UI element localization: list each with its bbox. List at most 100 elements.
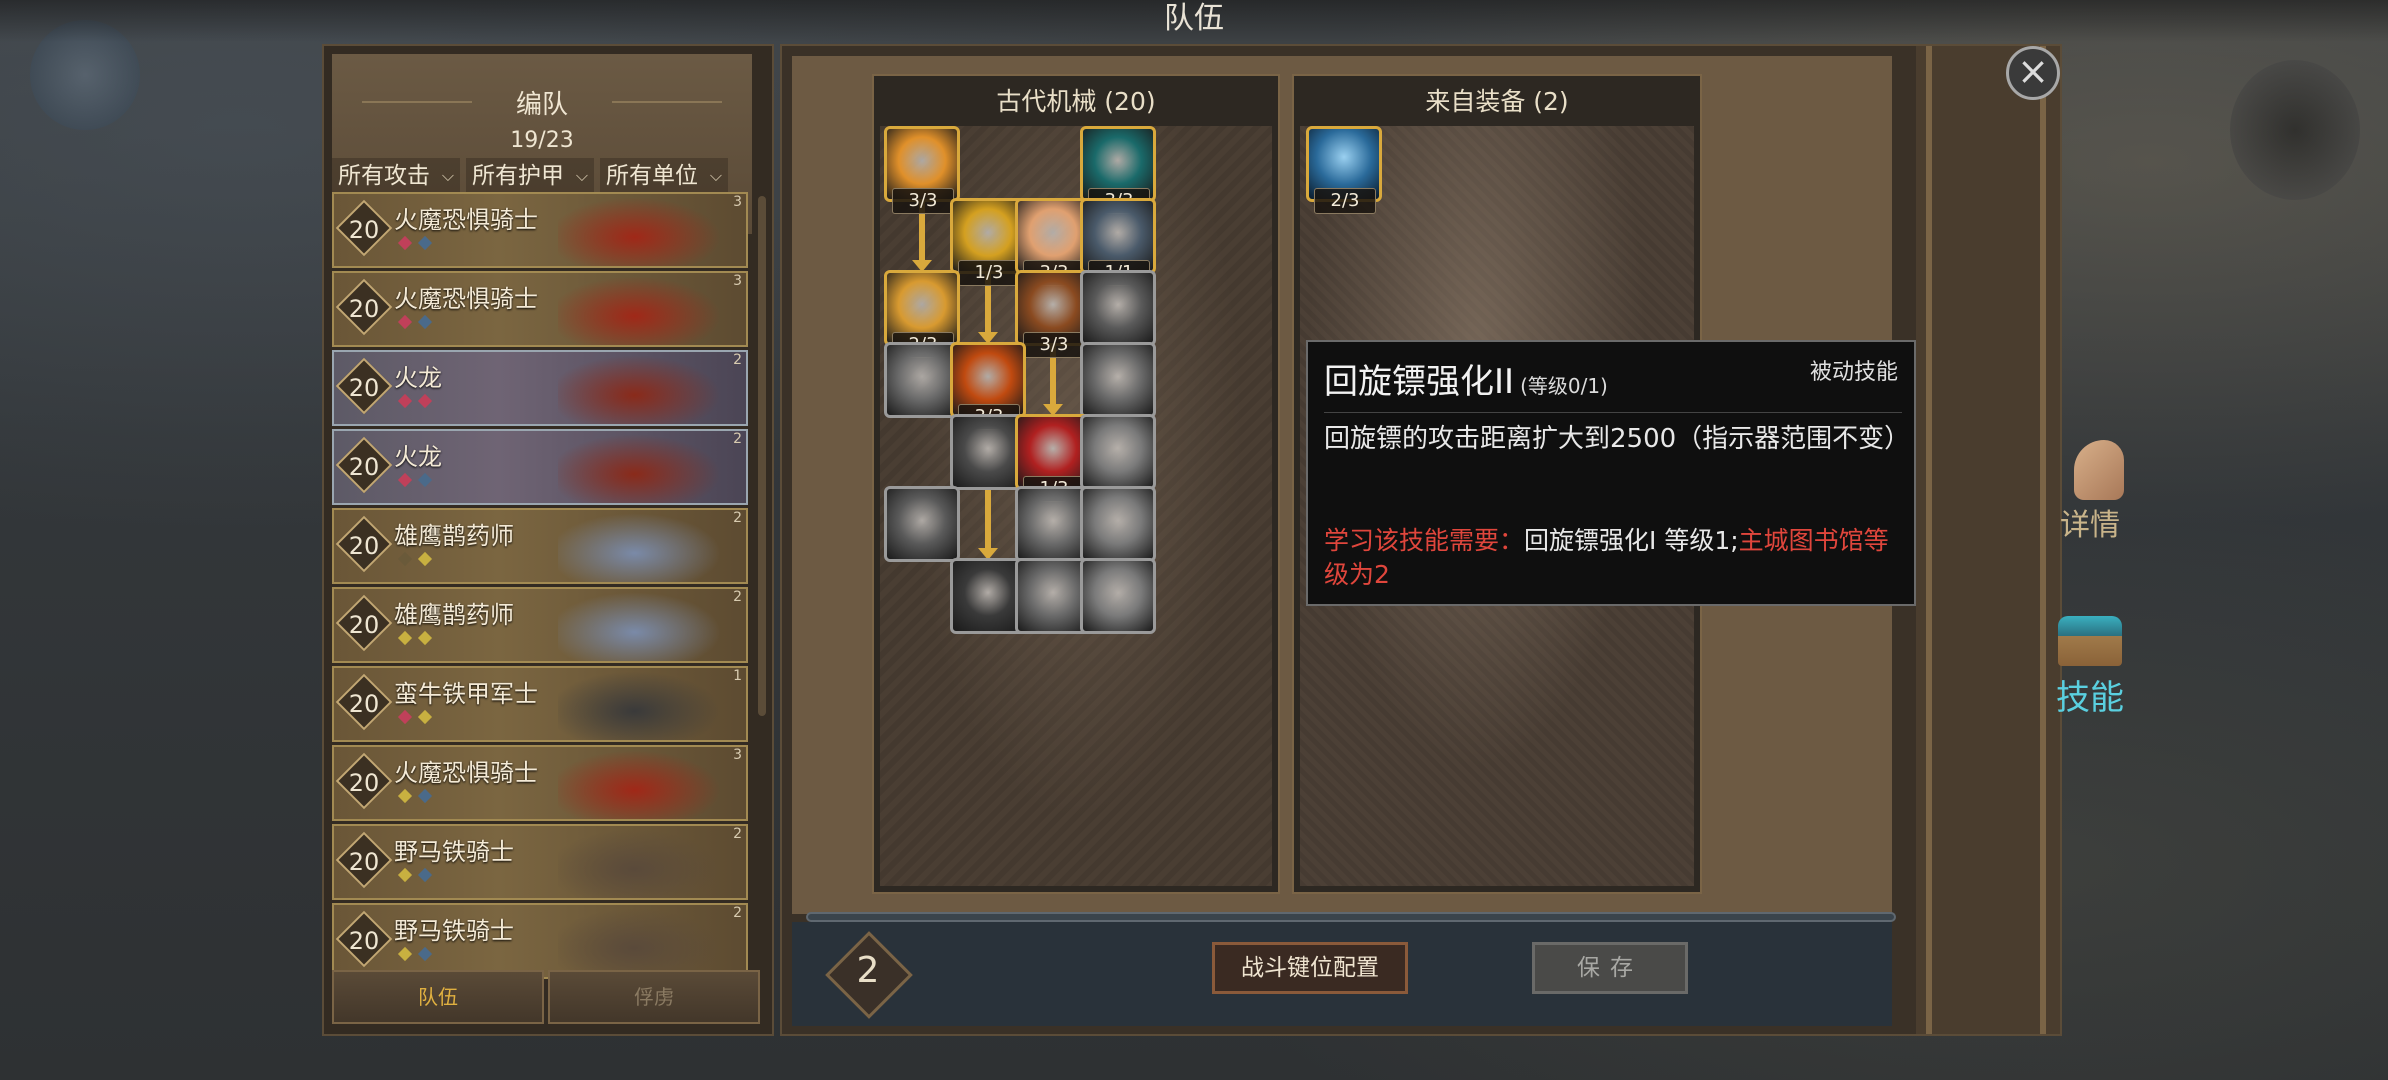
unit-row[interactable]: 20 火魔恐惧骑士 3 — [332, 192, 748, 268]
unit-count: 2 — [733, 431, 742, 447]
gem-icon — [397, 235, 413, 251]
unit-name: 雄鹰鹊药师 — [394, 522, 514, 550]
gem-icon — [397, 867, 413, 883]
gem-icon — [417, 235, 433, 251]
unit-portrait — [558, 747, 728, 819]
skill-points-value: 2 — [856, 950, 880, 991]
skill-connector — [985, 490, 991, 550]
filter-armor-dropdown[interactable]: 所有护甲 ⌵ — [466, 158, 594, 194]
unit-count: 2 — [733, 510, 742, 526]
formation-panel: 编队 19/23 所有攻击 ⌵ 所有护甲 ⌵ 所有单位 ⌵ 20 火魔恐惧骑士 3 20 火魔… — [322, 44, 774, 1036]
shield-guard-skill-icon[interactable] — [884, 486, 960, 562]
close-button[interactable]: × — [2006, 46, 2060, 100]
unit-row[interactable]: 20 雄鹰鹊药师 2 — [332, 587, 748, 663]
skill-level-label: 3/3 — [892, 188, 954, 214]
tab-details[interactable]: 详情 — [2040, 440, 2140, 560]
wind-slash-skill-icon[interactable] — [1080, 486, 1156, 562]
unit-count: 2 — [733, 589, 742, 605]
requirement-skill: 回旋镖强化I 等级1; — [1524, 526, 1739, 555]
gem-icon — [417, 946, 433, 962]
tooltip-requirements: 学习该技能需要：回旋镖强化I 等级1;主城图书馆等级为2 — [1324, 524, 1902, 592]
unit-level: 20 — [348, 216, 380, 244]
unit-level: 20 — [348, 295, 380, 323]
unit-name: 雄鹰鹊药师 — [394, 601, 514, 629]
unit-row[interactable]: 20 蛮牛铁甲军士 1 — [332, 666, 748, 742]
unit-count: 3 — [733, 273, 742, 289]
tab-skills[interactable]: 技能 — [2040, 606, 2140, 726]
strip-frame — [1926, 46, 1932, 1034]
unit-row[interactable]: 20 野马铁骑士 2 — [332, 824, 748, 900]
tab-prisoners[interactable]: 俘虏 — [548, 970, 760, 1024]
skill-level-label: 3/3 — [1023, 332, 1085, 358]
filter-unit-dropdown[interactable]: 所有单位 ⌵ — [600, 158, 728, 194]
filter-label: 所有单位 — [606, 163, 698, 189]
skill-tooltip: 回旋镖强化II (等级0/1) 被动技能 回旋镖的攻击距离扩大到2500（指示器范… — [1306, 340, 1916, 606]
feather-strike-skill-icon[interactable] — [1080, 414, 1156, 490]
filter-attack-dropdown[interactable]: 所有攻击 ⌵ — [332, 158, 460, 194]
gem-icon — [397, 946, 413, 962]
skill-tree-nodes: 3/33/31/33/31/12/33/33/31/3 — [874, 76, 1278, 892]
skill-tree-panel: 古代机械 (20) 3/33/31/33/31/12/33/33/31/3 — [872, 74, 1280, 894]
unit-name: 火魔恐惧骑士 — [394, 206, 538, 234]
spellbook-icon — [2058, 616, 2122, 666]
unit-count: 2 — [733, 905, 742, 921]
gem-icon — [417, 788, 433, 804]
unit-level: 20 — [348, 453, 380, 481]
unit-portrait — [558, 194, 728, 266]
formation-title: 编队 — [515, 90, 568, 120]
gem-icon — [397, 788, 413, 804]
keybind-config-button[interactable]: 战斗键位配置 — [1212, 942, 1408, 994]
horizontal-scrollbar[interactable] — [806, 912, 1896, 922]
gem-icon — [417, 393, 433, 409]
unit-portrait — [558, 273, 728, 345]
formation-count: 19/23 — [510, 128, 574, 153]
unit-portrait — [558, 431, 728, 503]
gem-icon — [417, 551, 433, 567]
unit-level: 20 — [348, 690, 380, 718]
gem-icon — [397, 630, 413, 646]
unit-list-scrollbar[interactable] — [758, 196, 766, 716]
unit-name: 火龙 — [394, 443, 442, 471]
unit-count: 3 — [733, 747, 742, 763]
unit-level: 20 — [348, 769, 380, 797]
gem-icon — [417, 630, 433, 646]
unit-name: 火魔恐惧骑士 — [394, 759, 538, 787]
unit-portrait — [558, 668, 728, 740]
unit-row[interactable]: 20 雄鹰鹊药师 2 — [332, 508, 748, 584]
unit-name: 野马铁骑士 — [394, 917, 514, 945]
gem-icon — [397, 551, 413, 567]
tab-team[interactable]: 队伍 — [332, 970, 544, 1024]
chevron-down-icon: ⌵ — [441, 166, 454, 185]
unit-level: 20 — [348, 611, 380, 639]
tooltip-description: 回旋镖的攻击距离扩大到2500（指示器范围不变） — [1324, 424, 1911, 454]
blade-rush-skill-icon[interactable] — [1080, 558, 1156, 634]
unit-row[interactable]: 20 火龙 2 — [332, 429, 748, 505]
background-decor — [2230, 60, 2360, 200]
flame-burst-skill-icon[interactable] — [1080, 342, 1156, 418]
unit-level: 20 — [348, 927, 380, 955]
tooltip-skill-name: 回旋镖强化II — [1324, 362, 1515, 402]
unit-portrait — [558, 510, 728, 582]
tooltip-divider — [1324, 412, 1902, 413]
unit-count: 3 — [733, 194, 742, 210]
tab-skills-label: 技能 — [2056, 678, 2124, 718]
unit-portrait — [558, 826, 728, 898]
chevron-down-icon: ⌵ — [709, 166, 722, 185]
close-icon: × — [2017, 49, 2049, 93]
tooltip-title: 回旋镖强化II (等级0/1) — [1324, 354, 1608, 403]
gem-icon — [417, 472, 433, 488]
unit-name: 火魔恐惧骑士 — [394, 285, 538, 313]
target-shield-skill-icon[interactable] — [884, 342, 960, 418]
unit-count: 2 — [733, 352, 742, 368]
requirement-prefix: 学习该技能需要： — [1324, 526, 1525, 555]
unit-row[interactable]: 20 火龙 2 — [332, 350, 748, 426]
save-button[interactable]: 保存 — [1532, 942, 1688, 994]
gem-icon — [417, 867, 433, 883]
unit-row[interactable]: 20 火魔恐惧骑士 3 — [332, 745, 748, 821]
unit-row[interactable]: 20 野马铁骑士 2 — [332, 903, 748, 979]
unit-list[interactable]: 20 火魔恐惧骑士 3 20 火魔恐惧骑士 3 20 火龙 2 20 火龙 2 20 雄鹰鹊药师 2 20 雄鹰… — [332, 192, 756, 1008]
grab-hand-skill-icon[interactable] — [1080, 270, 1156, 346]
skill-level-label: 1/3 — [958, 260, 1020, 286]
unit-row[interactable]: 20 火魔恐惧骑士 3 — [332, 271, 748, 347]
filter-label: 所有攻击 — [338, 163, 430, 189]
